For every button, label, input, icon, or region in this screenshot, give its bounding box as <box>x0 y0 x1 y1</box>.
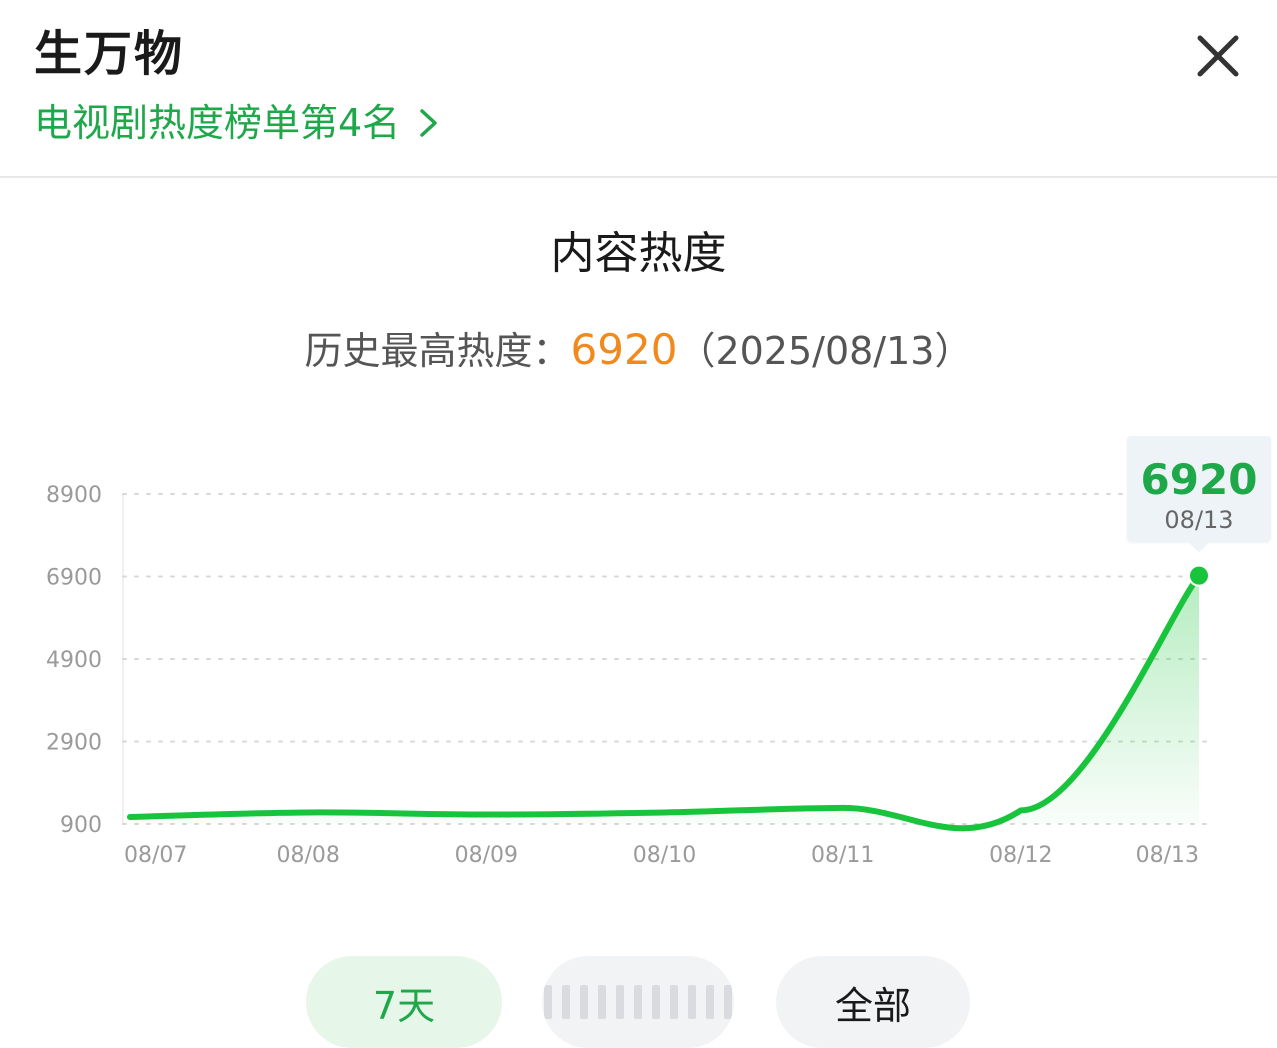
rank-link-label: 电视剧热度榜单第4名 <box>34 101 401 145</box>
peak-value: 6920 <box>570 325 678 374</box>
y-tick-label: 900 <box>60 813 102 838</box>
x-tick-label: 08/10 <box>633 843 696 868</box>
y-tick-label: 6900 <box>46 566 102 591</box>
y-tick-label: 2900 <box>46 731 102 756</box>
section-title: 内容热度 <box>550 228 727 279</box>
chart-area-layer <box>130 575 1199 829</box>
series-area <box>130 575 1199 829</box>
chart-tooltip: 692008/13 <box>1127 436 1271 552</box>
blurred-label <box>544 985 732 1019</box>
highlight-point <box>1188 564 1210 587</box>
heat-line-chart: 8900 6900 4900 2900 900 08/07 08/08 08/09 08/10… <box>46 436 1271 868</box>
tab-7-days[interactable]: 7天 <box>306 956 502 1048</box>
x-tick-label: 08/13 <box>1136 843 1199 868</box>
tab-all[interactable]: 全部 <box>776 956 970 1048</box>
y-axis-ticks: 8900 6900 4900 2900 900 <box>46 483 102 838</box>
tab-blurred[interactable] <box>542 956 734 1048</box>
x-tick-label: 08/11 <box>811 843 874 868</box>
x-tick-label: 08/08 <box>276 843 339 868</box>
x-axis-ticks: 08/07 08/08 08/09 08/10 08/11 08/12 08/13 <box>124 843 1199 868</box>
time-range-tabs: 7天 全部 <box>0 956 1277 1048</box>
x-tick-label: 08/07 <box>124 843 187 868</box>
tooltip-pointer <box>1188 542 1210 552</box>
chevron-right-icon <box>420 109 437 137</box>
header: 生万物 电视剧热度榜单第4名 <box>0 0 1277 178</box>
chart-line-layer <box>127 564 1210 832</box>
tooltip-date: 08/13 <box>1164 506 1233 534</box>
chart-gridlines <box>122 493 1216 825</box>
x-tick-label: 08/09 <box>455 843 518 868</box>
close-icon[interactable] <box>1192 30 1244 82</box>
peak-date: （2025/08/13） <box>677 329 973 373</box>
series-line <box>127 572 1202 832</box>
rank-link[interactable]: 电视剧热度榜单第4名 <box>34 96 440 150</box>
x-tick-label: 08/12 <box>989 843 1052 868</box>
y-tick-label: 8900 <box>46 483 102 508</box>
page-title: 生万物 <box>34 26 185 82</box>
peak-label: 历史最高热度： <box>304 329 571 373</box>
y-tick-label: 4900 <box>46 648 102 673</box>
peak-heat-line: 历史最高热度：6920（2025/08/13） <box>0 322 1277 379</box>
tooltip-value: 6920 <box>1141 455 1258 504</box>
